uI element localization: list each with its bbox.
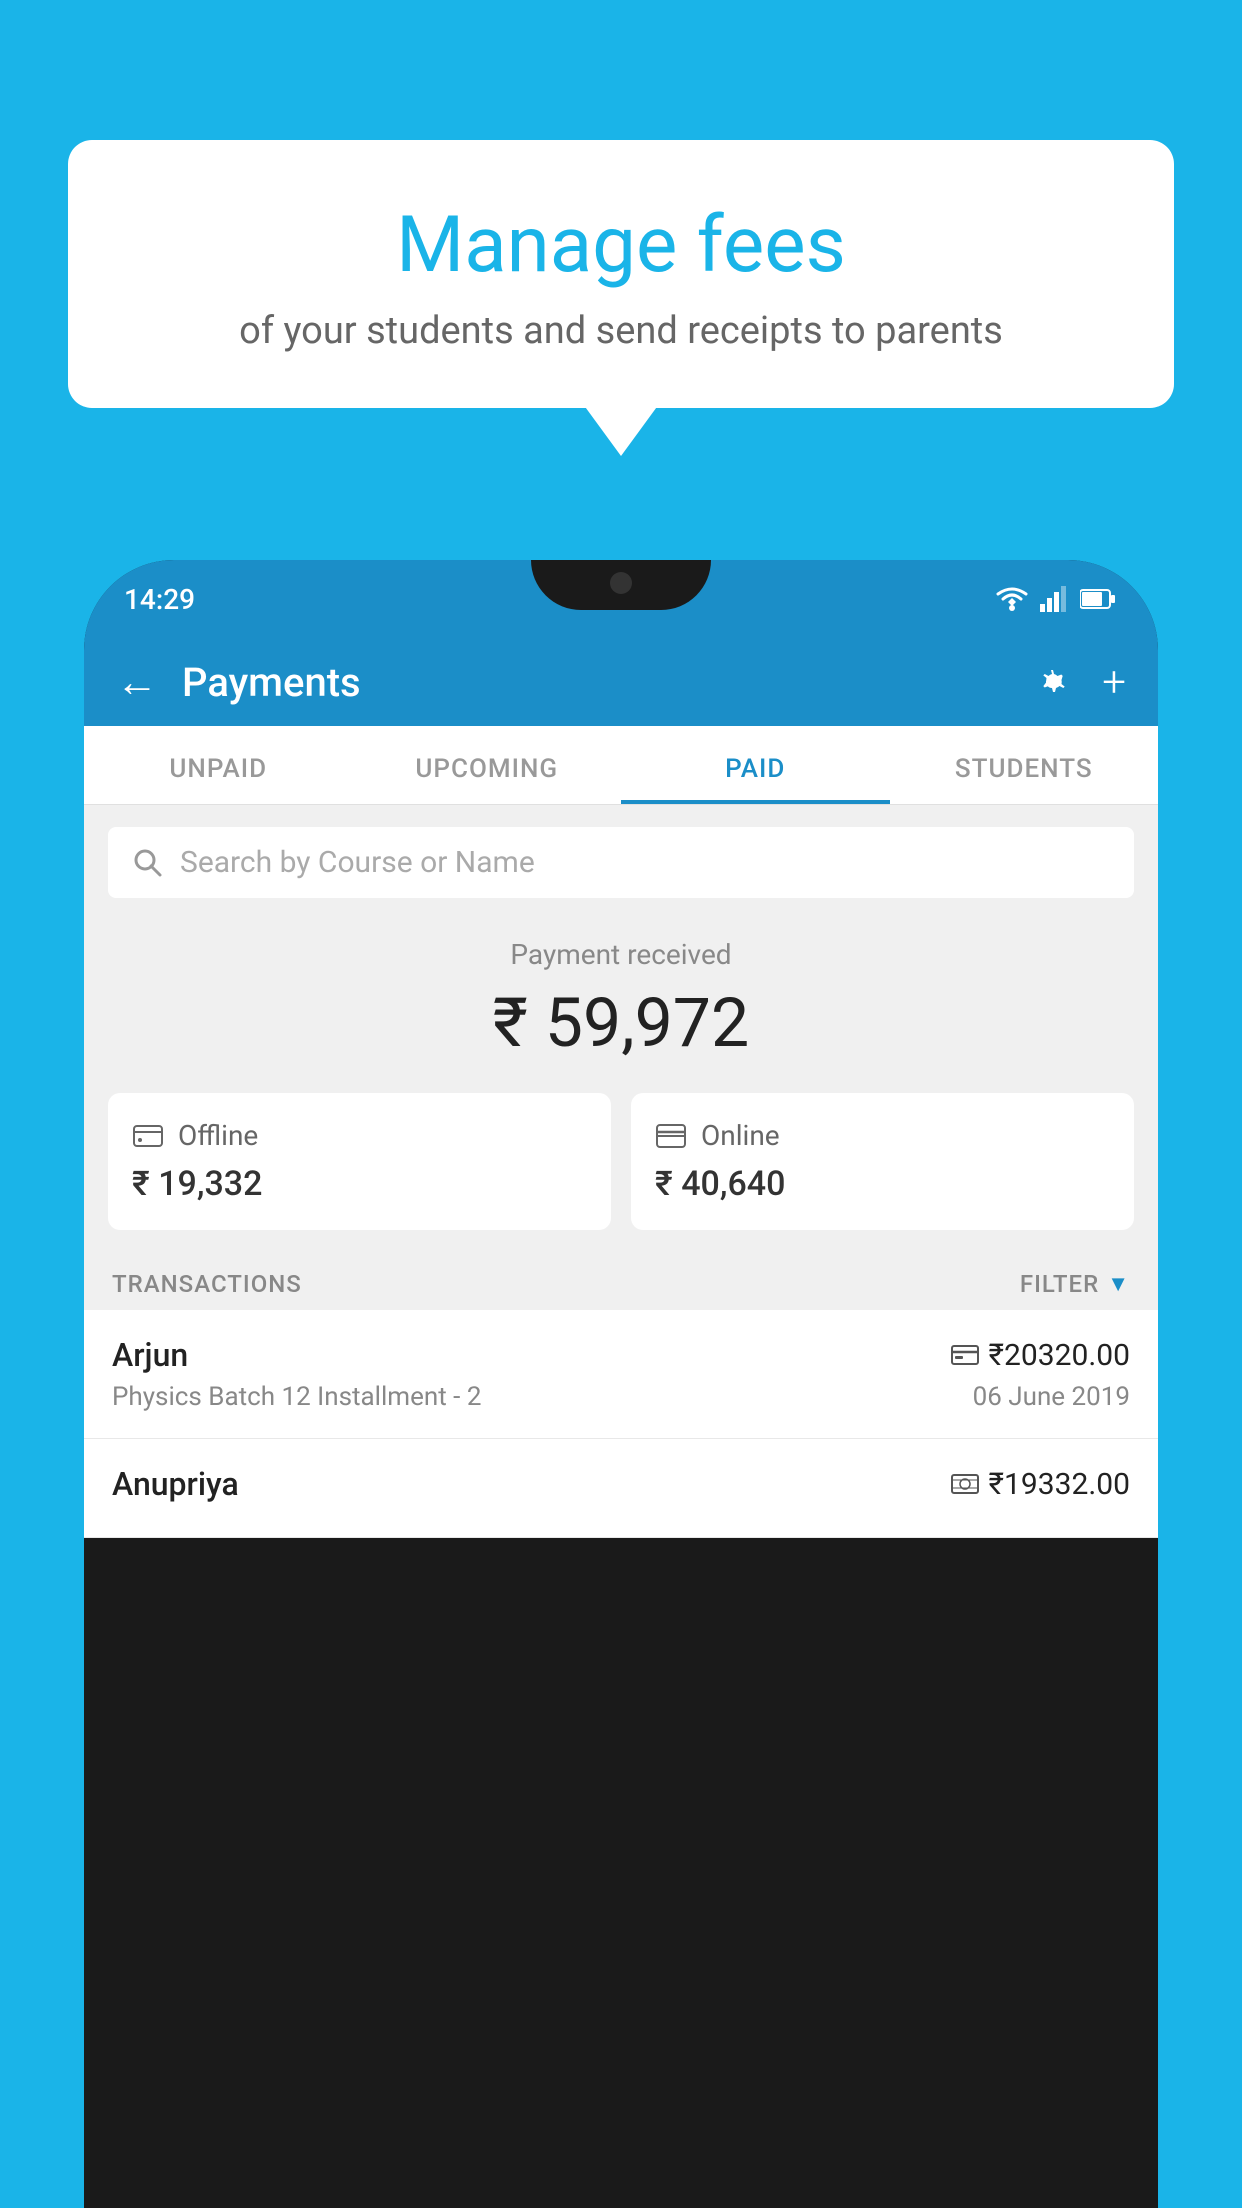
phone-notch — [531, 560, 711, 610]
search-input[interactable]: Search by Course or Name — [180, 845, 535, 880]
phone-container: 14:29 — [84, 560, 1158, 2208]
camera — [610, 572, 632, 594]
payment-received-section: Payment received ₹ 59,972 — [84, 898, 1158, 1093]
offline-icon — [132, 1122, 164, 1150]
online-label: Online — [701, 1119, 780, 1152]
signal-icon — [1040, 586, 1070, 612]
transaction-amount-row: ₹20320.00 — [951, 1338, 1130, 1373]
header-icons: + — [1030, 658, 1126, 707]
tab-paid[interactable]: PAID — [621, 726, 890, 804]
online-amount: ₹ 40,640 — [655, 1164, 1110, 1204]
add-button[interactable]: + — [1102, 658, 1126, 707]
offline-amount: ₹ 19,332 — [132, 1164, 587, 1204]
offline-card: Offline ₹ 19,332 — [108, 1093, 611, 1230]
transaction-item[interactable]: Arjun ₹20320.00 Physics Batch 12 Install… — [84, 1310, 1158, 1439]
speech-bubble-container: Manage fees of your students and send re… — [68, 140, 1174, 408]
speech-bubble: Manage fees of your students and send re… — [68, 140, 1174, 408]
offline-label: Offline — [178, 1119, 258, 1152]
cash-payment-icon — [951, 1473, 979, 1495]
transactions-label: TRANSACTIONS — [112, 1270, 302, 1298]
battery-icon — [1080, 588, 1118, 610]
transaction-row-1: Arjun ₹20320.00 — [112, 1336, 1130, 1374]
online-card: Online ₹ 40,640 — [631, 1093, 1134, 1230]
filter-button[interactable]: FILTER ▼ — [1020, 1270, 1130, 1298]
speech-bubble-subtitle: of your students and send receipts to pa… — [128, 309, 1114, 353]
online-icon — [655, 1123, 687, 1149]
offline-card-header: Offline — [132, 1119, 587, 1152]
card-payment-icon — [951, 1344, 979, 1366]
transaction-name: Anupriya — [112, 1465, 239, 1503]
status-icons — [994, 586, 1118, 612]
tabs-container: UNPAID UPCOMING PAID STUDENTS — [84, 726, 1158, 805]
tab-upcoming[interactable]: UPCOMING — [353, 726, 622, 804]
tab-unpaid[interactable]: UNPAID — [84, 726, 353, 804]
app-header: ← Payments + — [84, 638, 1158, 726]
header-title: Payments — [182, 659, 1030, 706]
transaction-amount: ₹20320.00 — [989, 1338, 1130, 1373]
online-card-header: Online — [655, 1119, 1110, 1152]
payment-cards-row: Offline ₹ 19,332 Online ₹ 40,640 — [84, 1093, 1158, 1254]
search-bar[interactable]: Search by Course or Name — [108, 827, 1134, 898]
status-time: 14:29 — [124, 583, 195, 616]
transaction-row-2: Physics Batch 12 Installment - 2 06 June… — [112, 1382, 1130, 1412]
transaction-amount: ₹19332.00 — [989, 1467, 1130, 1502]
transaction-course: Physics Batch 12 Installment - 2 — [112, 1382, 481, 1412]
phone-frame: 14:29 — [84, 560, 1158, 2208]
wifi-icon — [994, 586, 1030, 612]
settings-icon[interactable] — [1030, 660, 1074, 704]
filter-text: FILTER — [1020, 1270, 1099, 1298]
filter-icon: ▼ — [1107, 1271, 1130, 1297]
search-icon — [132, 847, 164, 879]
back-button[interactable]: ← — [116, 658, 158, 707]
tab-students[interactable]: STUDENTS — [890, 726, 1159, 804]
transaction-date: 06 June 2019 — [973, 1382, 1130, 1412]
payment-total-amount: ₹ 59,972 — [108, 983, 1134, 1063]
transactions-header: TRANSACTIONS FILTER ▼ — [84, 1254, 1158, 1310]
payment-received-label: Payment received — [108, 938, 1134, 971]
transaction-amount-row: ₹19332.00 — [951, 1467, 1130, 1502]
speech-bubble-title: Manage fees — [128, 200, 1114, 291]
transaction-name: Arjun — [112, 1336, 188, 1374]
transaction-row-1: Anupriya ₹19332.00 — [112, 1465, 1130, 1503]
transaction-item[interactable]: Anupriya ₹19332.00 — [84, 1439, 1158, 1538]
phone-content: Search by Course or Name Payment receive… — [84, 805, 1158, 1538]
